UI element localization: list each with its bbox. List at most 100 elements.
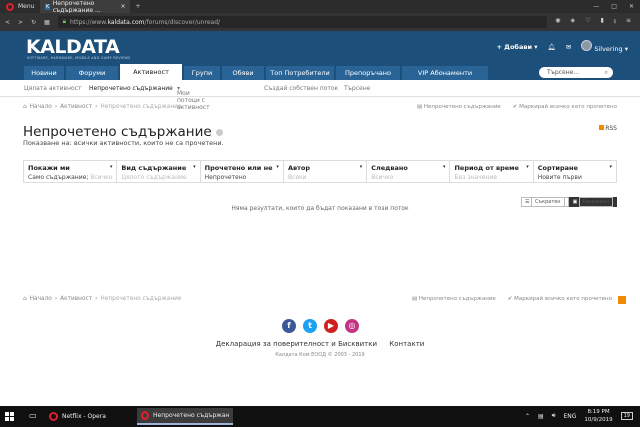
download-icon[interactable]: ⭳ <box>614 17 616 27</box>
facebook-icon[interactable]: f <box>282 319 296 333</box>
opera-menu-button[interactable]: Menu <box>0 0 40 13</box>
rss-link[interactable]: RSS <box>599 125 617 132</box>
nav-tab-3[interactable]: Групи <box>184 66 220 80</box>
unread-link[interactable]: ▤ Непрочетено съдържание <box>412 296 496 304</box>
follow-icon[interactable] <box>215 128 223 136</box>
task-view-icon[interactable]: ▭ <box>29 411 37 420</box>
close-window-button[interactable]: ✕ <box>629 3 634 10</box>
youtube-icon[interactable]: ▶ <box>324 319 338 333</box>
filter-time-period[interactable]: Период от време Без значение ▾ <box>450 161 534 182</box>
windows-start-icon[interactable] <box>5 412 14 421</box>
copyright: Калдата Ком ЕООД © 2003 - 2019 <box>275 352 365 358</box>
nav-tab-5[interactable]: Топ Потребители <box>266 66 334 80</box>
breadcrumb-current: Непрочетено съдържание <box>100 104 182 110</box>
easy-setup-icon[interactable]: ≡ <box>626 17 631 27</box>
page-actions: ▤ Непрочетено съдържание ✔ Маркирай всич… <box>417 104 617 110</box>
taskbar-item-kaldata[interactable]: Непрочетено съдържание -... <box>137 408 233 425</box>
instagram-icon[interactable]: ◎ <box>345 319 359 333</box>
subnav-create-stream[interactable]: Създай собствен поток <box>264 85 338 92</box>
unread-link[interactable]: ▤ Непрочетено съдържание <box>417 104 501 110</box>
breadcrumb-activity[interactable]: Активност <box>60 296 92 302</box>
twitter-icon[interactable]: t <box>303 319 317 333</box>
windows-taskbar: ▭ Netflix - Opera Непрочетено съдържание… <box>0 406 640 427</box>
filter-followed[interactable]: Следвано Всичко ▾ <box>367 161 451 182</box>
filter-sort[interactable]: Сортиране Новите първи ▾ <box>534 161 616 182</box>
rss-icon[interactable] <box>618 296 626 304</box>
avatar <box>581 40 593 51</box>
main-nav: Новини Форуми Активност Групи Обяви Топ Потре… <box>0 64 640 80</box>
mark-all-read-link[interactable]: ✔ Маркирай всичко като прочетено <box>508 296 612 304</box>
nav-tab-1[interactable]: Форуми <box>66 66 118 80</box>
subnav-all-activity[interactable]: Цялата активност <box>24 85 81 92</box>
chevron-down-icon: ▾ <box>526 164 529 170</box>
nav-tab-2[interactable]: Активност <box>120 64 182 80</box>
camera-icon[interactable]: ◉ <box>555 17 560 27</box>
network-icon[interactable]: ▤ <box>538 413 544 420</box>
vpn-icon[interactable]: ◈ <box>571 17 576 27</box>
user-menu[interactable]: Silvering ▾ <box>581 40 628 53</box>
empty-message: Няма резултати, които да бъдат показани … <box>231 205 409 212</box>
subnav-search[interactable]: Търсене <box>344 85 370 92</box>
footer-links: Декларация за поверителност и Бисквитки … <box>0 340 640 348</box>
filter-author[interactable]: Автор Всеки ▾ <box>284 161 368 182</box>
social-links: f t ▶ ◎ <box>282 319 359 333</box>
browser-tab[interactable]: K Непрочетено съдържание ... × <box>40 0 131 14</box>
volume-icon[interactable]: 🔊︎ <box>552 412 556 420</box>
close-tab-icon[interactable]: × <box>120 3 125 10</box>
home-icon: ⌂ <box>23 296 27 302</box>
search-icon: ⌕ <box>604 69 608 76</box>
breadcrumb-home[interactable]: Начало <box>30 296 52 302</box>
menu-label: Menu <box>18 3 35 10</box>
filter-read-status[interactable]: Прочетено или не Непрочетено ▾ <box>201 161 284 182</box>
speed-dial-icon[interactable]: ▦ <box>44 19 50 26</box>
breadcrumb-home[interactable]: Начало <box>30 104 52 110</box>
messages-envelope-icon[interactable]: ✉ <box>566 43 571 51</box>
home-icon: ⌂ <box>23 104 27 110</box>
lock-icon: 🔒︎ <box>62 18 66 25</box>
address-bar-row: < > ↻ ▦ 🔒︎ https://www.kaldata.com/forum… <box>0 13 640 31</box>
contacts-link[interactable]: Контакти <box>389 340 424 348</box>
chevron-down-icon: ▾ <box>442 164 446 170</box>
header-user-area: + Добави ▾ 🔔︎ ✉ Silvering ▾ <box>496 40 628 53</box>
minimize-button[interactable]: — <box>593 3 599 10</box>
extension-icon[interactable]: ▮ <box>601 17 604 27</box>
new-tab-button[interactable]: + <box>130 3 145 10</box>
search-input[interactable]: Търсене... ⌕ <box>539 67 613 78</box>
opera-logo-icon <box>6 2 14 11</box>
clock[interactable]: 8:19 PM 10/9/2019 <box>584 408 612 424</box>
nav-tab-4[interactable]: Обяви <box>222 66 264 80</box>
reload-icon[interactable]: ↻ <box>31 19 36 26</box>
mark-all-read-link[interactable]: ✔ Маркирай всичко като прочетено <box>513 104 617 110</box>
sub-nav: Цялата активност Непрочетено съдържание … <box>0 80 640 111</box>
breadcrumb-current: Непрочетено съдържание <box>100 296 182 302</box>
page-actions-bottom: ▤ Непрочетено съдържание ✔ Маркирай всич… <box>412 296 626 304</box>
window-controls: — □ ✕ <box>593 3 640 10</box>
subnav-my-streams[interactable]: Мои потоци с активност ▾ <box>177 85 210 111</box>
filter-content-type[interactable]: Вид съдържание Цялото съдържание ▾ <box>117 161 201 182</box>
browser-toolbar-icons: ◉ ◈ ♡ ▮ ⭳ ≡ <box>555 17 635 27</box>
taskbar-item-netflix[interactable]: Netflix - Opera <box>45 408 133 425</box>
language-indicator[interactable]: ENG <box>563 413 576 420</box>
nav-tab-0[interactable]: Новини <box>24 66 64 80</box>
add-button[interactable]: + Добави ▾ <box>496 43 537 51</box>
chevron-down-icon: ▾ <box>109 164 113 170</box>
subnav-unread-content[interactable]: Непрочетено съдържание <box>89 85 173 92</box>
chevron-down-icon: ▾ <box>193 164 196 170</box>
nav-tab-7[interactable]: VIP Абонаменти <box>402 66 488 80</box>
breadcrumb-activity[interactable]: Активност <box>60 104 92 110</box>
nav-tab-6[interactable]: Препоръчано <box>336 66 400 80</box>
filter-show-me[interactable]: Покажи ми Само съдържание; Всичко ▾ <box>24 161 118 182</box>
notification-badge[interactable]: 19 <box>620 412 633 420</box>
tab-title: Непрочетено съдържание ... <box>52 0 101 14</box>
system-tray: ⌃ ▤ 🔊︎ ENG 8:19 PM 10/9/2019 19 <box>525 408 633 424</box>
breadcrumb: ⌂ Начало › Активност › Непрочетено съдържа… <box>23 104 182 110</box>
tray-up-icon[interactable]: ⌃ <box>525 413 530 420</box>
url-field[interactable]: 🔒︎ https://www.kaldata.com/forums/discov… <box>57 16 548 28</box>
heart-icon[interactable]: ♡ <box>585 17 590 27</box>
forward-icon[interactable]: > <box>18 19 23 26</box>
notifications-bell-icon[interactable]: 🔔︎ <box>548 43 556 51</box>
back-icon[interactable]: < <box>5 19 10 26</box>
maximize-button[interactable]: □ <box>611 3 617 10</box>
site-logo[interactable]: KALDATA <box>26 36 120 58</box>
privacy-link[interactable]: Декларация за поверителност и Бисквитки <box>216 340 377 348</box>
